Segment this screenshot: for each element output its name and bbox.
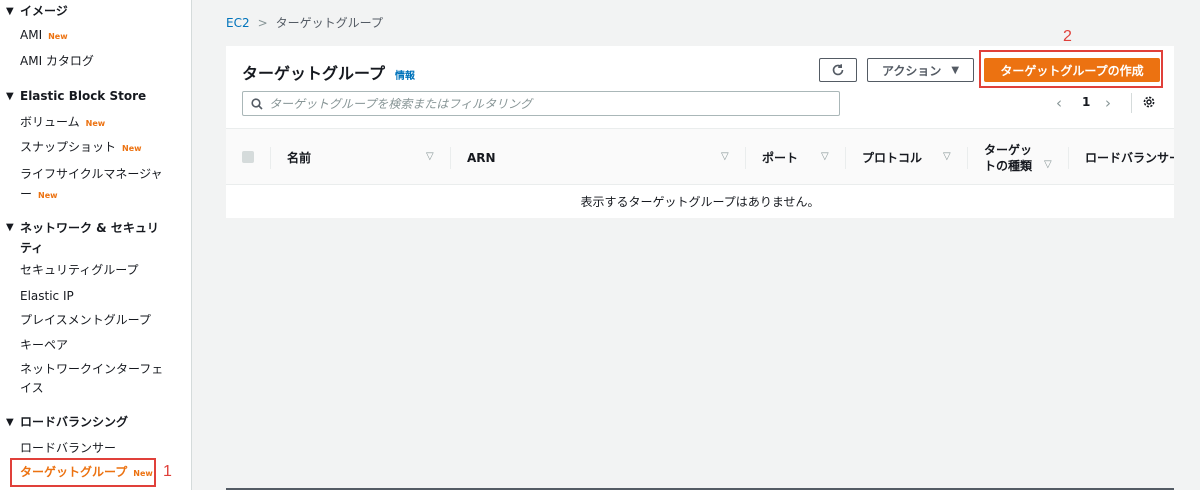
column-divider (450, 147, 451, 169)
sidebar-item-ami[interactable]: AMI New (20, 27, 68, 45)
chevron-left-icon[interactable]: ‹ (1056, 94, 1062, 112)
sidebar-section-load-balancing[interactable]: ▼ ロードバランシング (6, 414, 170, 431)
sidebar-item-lifecycle-manager[interactable]: ライフサイクルマネージャー New (20, 164, 170, 206)
sidebar-item-placement-groups[interactable]: プレイスメントグループ (20, 312, 151, 329)
sidebar-item-load-balancers[interactable]: ロードバランサー (20, 440, 116, 457)
breadcrumb: EC2 > ターゲットグループ (226, 14, 383, 31)
column-header-target-type[interactable]: ターゲットの種類 (984, 129, 1042, 186)
highlight-box-target-groups (10, 458, 156, 487)
highlight-box-create-button (979, 50, 1163, 88)
sort-icon[interactable]: ▽ (426, 151, 434, 162)
actions-dropdown-button[interactable]: アクション ▼ (867, 58, 974, 82)
refresh-icon (832, 64, 844, 76)
breadcrumb-current: ターゲットグループ (275, 16, 383, 30)
select-all-checkbox[interactable] (242, 151, 254, 163)
refresh-button[interactable] (819, 58, 857, 82)
new-badge: New (85, 119, 106, 128)
sort-icon[interactable]: ▽ (943, 151, 951, 162)
search-icon (251, 97, 263, 110)
breadcrumb-ec2-link[interactable]: EC2 (226, 16, 250, 30)
column-divider (745, 147, 746, 169)
sort-icon[interactable]: ▽ (821, 151, 829, 162)
new-badge: New (122, 144, 142, 153)
column-header-name[interactable]: 名前 (287, 129, 311, 186)
info-link[interactable]: 情報 (395, 67, 415, 82)
column-header-protocol[interactable]: プロトコル (862, 129, 922, 186)
gear-icon[interactable] (1142, 95, 1156, 112)
sidebar-item-elastic-ip[interactable]: Elastic IP (20, 288, 74, 305)
column-header-load-balancer[interactable]: ロードバランサー (1085, 129, 1174, 186)
column-divider (845, 147, 846, 169)
new-badge: New (38, 191, 58, 200)
caret-down-icon: ▼ (6, 91, 14, 102)
table-header: 名前 ▽ ARN ▽ ポート ▽ プロトコル ▽ ターゲットの種類 ▽ ロードバ… (226, 128, 1174, 185)
sidebar-section-network[interactable]: ▼ ネットワーク & セキュリティ (6, 218, 165, 258)
sidebar-item-network-interfaces[interactable]: ネットワークインターフェイス (20, 360, 170, 398)
page-number[interactable]: 1 (1082, 95, 1090, 109)
annotation-step-1: 1 (163, 463, 172, 480)
chevron-right-icon[interactable]: › (1105, 94, 1111, 112)
column-divider (270, 147, 271, 169)
page-title: ターゲットグループ 情報 (242, 64, 416, 83)
sidebar: ▼ イメージ AMI New AMI カタログ ▼ Elastic Block S… (0, 0, 192, 490)
sidebar-item-ami-catalog[interactable]: AMI カタログ (20, 53, 94, 70)
chevron-right-icon: > (257, 15, 268, 30)
pager-divider (1131, 93, 1132, 113)
sort-icon[interactable]: ▽ (721, 151, 729, 162)
sidebar-item-key-pairs[interactable]: キーペア (20, 337, 68, 354)
column-header-port[interactable]: ポート (762, 129, 798, 186)
sidebar-section-images[interactable]: ▼ イメージ (6, 3, 170, 20)
sidebar-item-volumes[interactable]: ボリューム New (20, 114, 105, 132)
caret-down-icon: ▼ (6, 417, 14, 428)
search-placeholder: ターゲットグループを検索またはフィルタリング (269, 97, 533, 111)
caret-down-icon: ▼ (951, 64, 960, 76)
caret-down-icon: ▼ (6, 6, 14, 17)
annotation-step-2: 2 (1063, 28, 1072, 45)
new-badge: New (48, 32, 68, 41)
column-header-arn[interactable]: ARN (467, 129, 496, 186)
column-divider (967, 147, 968, 169)
search-input[interactable]: ターゲットグループを検索またはフィルタリング (242, 91, 840, 116)
sidebar-item-security-groups[interactable]: セキュリティグループ (20, 262, 139, 279)
sidebar-section-ebs[interactable]: ▼ Elastic Block Store (6, 88, 170, 105)
column-divider (1068, 147, 1069, 169)
sort-icon[interactable]: ▽ (1044, 159, 1052, 170)
sidebar-item-snapshots[interactable]: スナップショット New (20, 139, 142, 157)
empty-table-message: 表示するターゲットグループはありません。 (580, 194, 820, 209)
caret-down-icon: ▼ (6, 222, 14, 233)
